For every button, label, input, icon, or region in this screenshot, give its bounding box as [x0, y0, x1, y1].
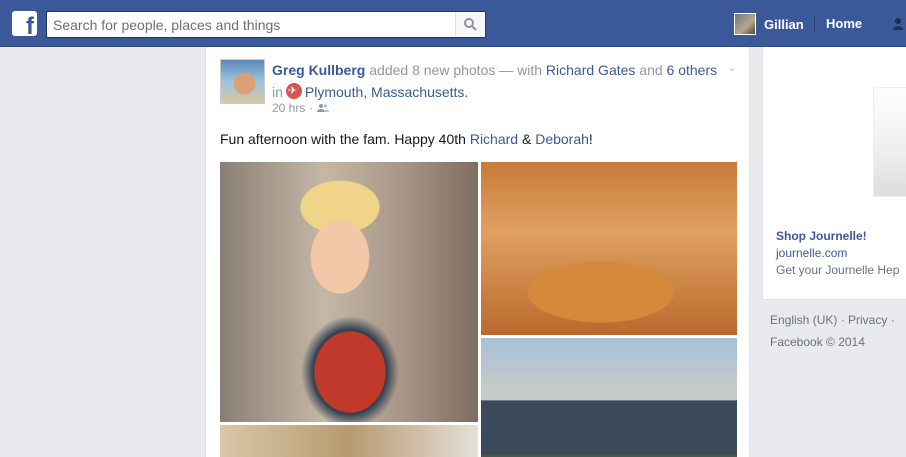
post-message: Fun afternoon with the fam. Happy 40th R…: [220, 131, 593, 147]
search-input[interactable]: [53, 15, 453, 34]
post-timestamp[interactable]: 20 hrs: [272, 101, 305, 115]
facebook-logo[interactable]: f: [12, 11, 37, 36]
author-avatar[interactable]: [220, 59, 265, 104]
top-bar: f Gillian Home: [0, 0, 906, 47]
chevron-down-icon[interactable]: ⌄: [728, 61, 737, 74]
ad-image[interactable]: [873, 87, 906, 197]
post-message-text: Fun afternoon with the fam. Happy 40th: [220, 131, 466, 147]
post-photo-partial[interactable]: [220, 425, 478, 457]
exclamation-text: !: [588, 131, 593, 147]
footer-links[interactable]: English (UK) · Privacy ·: [770, 313, 895, 327]
search-icon: [464, 18, 477, 31]
and-text: and: [639, 62, 663, 78]
nav-divider: [814, 16, 815, 32]
ad-title[interactable]: Shop Journelle!: [776, 229, 867, 243]
friend-requests-icon[interactable]: [893, 16, 906, 32]
post-meta: 20 hrs ·: [272, 101, 330, 115]
location-link[interactable]: Plymouth, Massachusetts.: [305, 84, 468, 100]
location-pin-icon: [285, 80, 302, 102]
post-photo-boy[interactable]: [220, 162, 478, 422]
ad-description: Get your Journelle Hep: [776, 263, 900, 277]
post-photo-family-table[interactable]: [481, 162, 737, 335]
author-link[interactable]: Greg Kullberg: [272, 62, 365, 78]
meta-dot: ·: [309, 101, 314, 115]
search-box: [46, 11, 486, 38]
others-link[interactable]: 6 others: [667, 62, 718, 78]
avatar: [734, 13, 756, 35]
ad-url[interactable]: journelle.com: [776, 246, 847, 260]
sponsored-ad[interactable]: Shop Journelle! journelle.com Get your J…: [762, 47, 906, 300]
profile-link[interactable]: Gillian: [734, 13, 804, 35]
post-action-text: added 8 new photos — with: [369, 62, 543, 78]
tagged-person-link[interactable]: Richard Gates: [546, 62, 635, 78]
profile-name: Gillian: [764, 16, 804, 32]
news-feed-post: Greg Kullberg added 8 new photos — with …: [205, 47, 750, 457]
in-text: in: [272, 84, 283, 100]
search-button[interactable]: [455, 12, 485, 37]
post-header: Greg Kullberg added 8 new photos — with …: [272, 59, 722, 103]
logo-glyph: f: [26, 13, 34, 37]
post-photo-group[interactable]: [481, 338, 737, 457]
footer-copyright: Facebook © 2014: [770, 335, 865, 349]
home-link[interactable]: Home: [826, 16, 862, 31]
left-column: [0, 47, 205, 457]
mention-richard[interactable]: Richard: [470, 131, 518, 147]
mention-deborah[interactable]: Deborah: [535, 131, 589, 147]
friends-audience-icon[interactable]: [317, 103, 330, 113]
amp-text: &: [521, 131, 532, 147]
